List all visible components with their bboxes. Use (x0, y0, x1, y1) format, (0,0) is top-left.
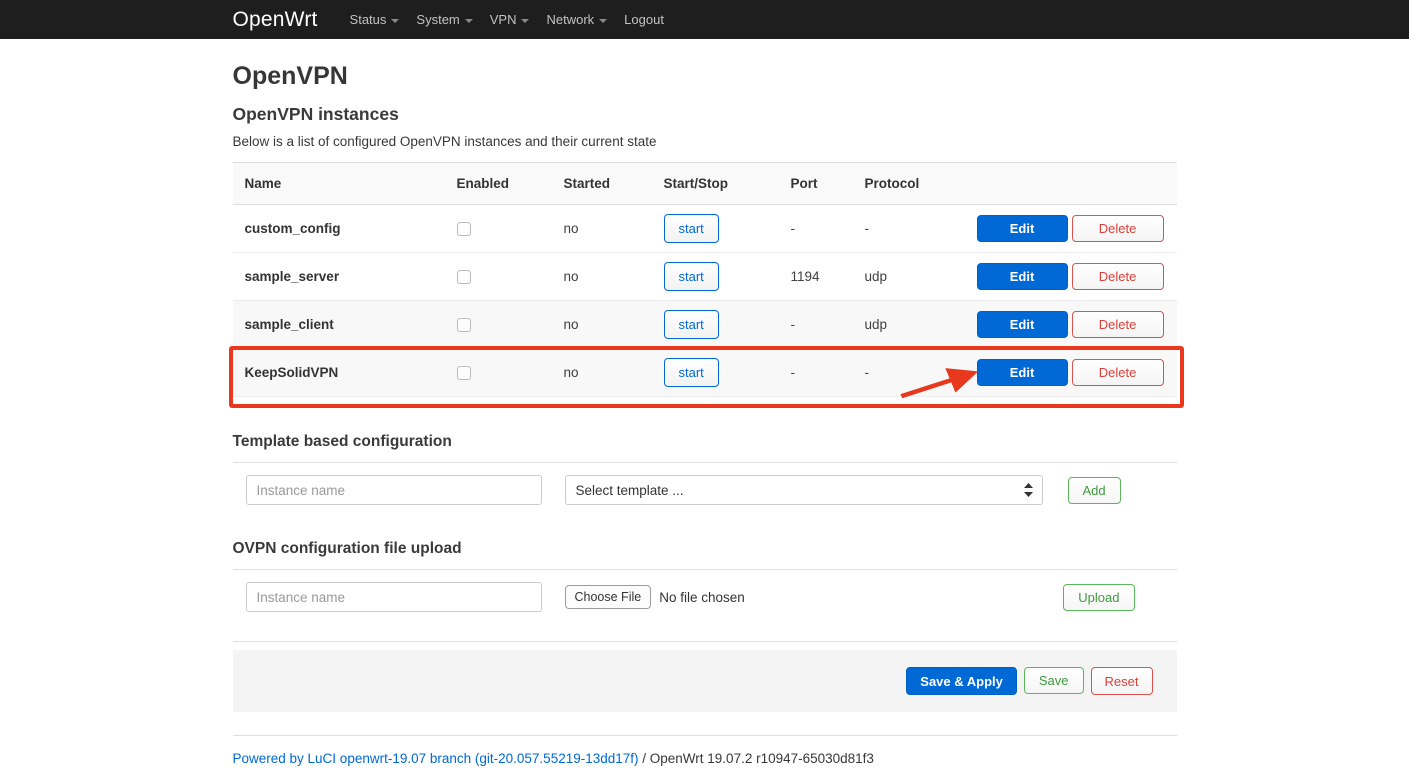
nav-item-status-label: Status (350, 12, 387, 27)
openwrt-brand[interactable]: OpenWrt (233, 8, 318, 32)
file-input: Choose File No file chosen (565, 585, 745, 609)
instances-section-description: Below is a list of configured OpenVPN in… (233, 134, 1177, 149)
column-header-start-stop: Start/Stop (652, 176, 779, 191)
column-header-port: Port (779, 176, 853, 191)
template-select-value: Select template ... (576, 483, 684, 498)
started-value: no (552, 365, 652, 380)
column-header-enabled: Enabled (445, 176, 552, 191)
page-actions: Save & Apply Save Reset (233, 641, 1177, 712)
start-button[interactable]: start (664, 214, 719, 243)
nav-item-network[interactable]: Network (546, 12, 607, 27)
port-value: - (779, 221, 853, 236)
enabled-checkbox[interactable] (457, 366, 471, 380)
instance-name: sample_client (233, 317, 445, 332)
edit-button[interactable]: Edit (977, 263, 1068, 290)
no-file-chosen-text: No file chosen (659, 590, 745, 605)
protocol-value: udp (853, 317, 965, 332)
column-header-started: Started (552, 176, 652, 191)
table-row: custom_config no start - - Edit Delete (233, 205, 1177, 253)
delete-button[interactable]: Delete (1072, 215, 1164, 242)
edit-button[interactable]: Edit (977, 359, 1068, 386)
nav-item-vpn-label: VPN (490, 12, 517, 27)
started-value: no (552, 269, 652, 284)
table-row: sample_client no start - udp Edit Delete (233, 301, 1177, 349)
edit-button[interactable]: Edit (977, 311, 1068, 338)
delete-button[interactable]: Delete (1072, 263, 1164, 290)
nav-item-network-label: Network (546, 12, 594, 27)
protocol-value: udp (853, 269, 965, 284)
nav-item-logout[interactable]: Logout (624, 12, 664, 27)
nav-item-system-label: System (416, 12, 459, 27)
enabled-checkbox[interactable] (457, 318, 471, 332)
nav-item-logout-label: Logout (624, 12, 664, 27)
port-value: - (779, 317, 853, 332)
delete-button[interactable]: Delete (1072, 311, 1164, 338)
port-value: - (779, 365, 853, 380)
template-section-title: Template based configuration (233, 433, 1177, 451)
nav-item-status[interactable]: Status (350, 12, 400, 27)
chevron-down-icon (465, 19, 473, 23)
upload-button[interactable]: Upload (1063, 584, 1134, 611)
chevron-down-icon (391, 19, 399, 23)
start-button[interactable]: start (664, 310, 719, 339)
upload-instance-name-input[interactable] (246, 582, 542, 612)
enabled-checkbox[interactable] (457, 270, 471, 284)
table-row: KeepSolidVPN no start - - Edit Delete (233, 349, 1177, 397)
instance-name: sample_server (233, 269, 445, 284)
chevron-down-icon (521, 19, 529, 23)
nav-item-vpn[interactable]: VPN (490, 12, 530, 27)
instance-name: custom_config (233, 221, 445, 236)
luci-footer-link[interactable]: Powered by LuCI openwrt-19.07 branch (gi… (233, 751, 639, 766)
protocol-value: - (853, 221, 965, 236)
select-updown-icon (1024, 483, 1033, 497)
table-header-row: Name Enabled Started Start/Stop Port Pro… (233, 163, 1177, 205)
enabled-checkbox[interactable] (457, 222, 471, 236)
template-instance-name-input[interactable] (246, 475, 542, 505)
instance-name: KeepSolidVPN (233, 365, 445, 380)
upload-section-title: OVPN configuration file upload (233, 540, 1177, 558)
instances-section-title: OpenVPN instances (233, 104, 1177, 125)
save-button[interactable]: Save (1024, 667, 1084, 694)
protocol-value: - (853, 365, 965, 380)
column-header-protocol: Protocol (853, 176, 965, 191)
template-select[interactable]: Select template ... (565, 475, 1043, 505)
choose-file-button[interactable]: Choose File (565, 585, 652, 609)
divider (233, 569, 1177, 570)
reset-button[interactable]: Reset (1091, 667, 1153, 695)
top-navbar: OpenWrt Status System VPN Network Logout (0, 0, 1409, 39)
started-value: no (552, 221, 652, 236)
start-button[interactable]: start (664, 262, 719, 291)
save-apply-button[interactable]: Save & Apply (906, 667, 1017, 695)
started-value: no (552, 317, 652, 332)
chevron-down-icon (599, 19, 607, 23)
port-value: 1194 (779, 269, 853, 284)
add-button[interactable]: Add (1068, 477, 1121, 504)
page-title: OpenVPN (233, 62, 1177, 91)
table-row: sample_server no start 1194 udp Edit Del… (233, 253, 1177, 301)
table-body: custom_config no start - - Edit Delete s… (233, 205, 1177, 397)
openwrt-version-text: / OpenWrt 19.07.2 r10947-65030d81f3 (639, 751, 874, 766)
divider (233, 462, 1177, 463)
column-header-name: Name (233, 176, 445, 191)
start-button[interactable]: start (664, 358, 719, 387)
page-footer: Powered by LuCI openwrt-19.07 branch (gi… (233, 735, 1177, 781)
nav-item-system[interactable]: System (416, 12, 472, 27)
edit-button[interactable]: Edit (977, 215, 1068, 242)
delete-button[interactable]: Delete (1072, 359, 1164, 386)
openvpn-instances-table: Name Enabled Started Start/Stop Port Pro… (233, 162, 1177, 397)
